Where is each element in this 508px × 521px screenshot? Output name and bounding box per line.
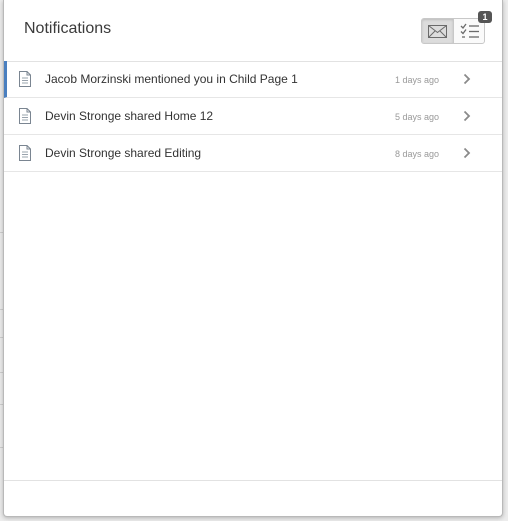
notifications-view-button[interactable] xyxy=(422,19,454,43)
document-icon xyxy=(19,71,31,87)
document-icon xyxy=(19,108,31,124)
notification-item[interactable]: Devin Stronge shared Home 12 5 days ago xyxy=(4,98,502,135)
chevron-right-icon[interactable] xyxy=(463,73,471,85)
checklist-icon xyxy=(460,23,479,38)
tasks-count-badge: 1 xyxy=(478,11,492,23)
notification-text: Jacob Morzinski mentioned you in Child P… xyxy=(45,72,298,86)
notification-time: 8 days ago xyxy=(394,149,439,159)
notifications-panel: Notifications 1 Jacob Morzinski mentione… xyxy=(3,0,503,517)
notification-text: Devin Stronge shared Home 12 xyxy=(45,109,214,123)
notification-list: Jacob Morzinski mentioned you in Child P… xyxy=(4,61,502,172)
panel-header: Notifications 1 xyxy=(4,0,502,62)
document-icon xyxy=(19,145,31,161)
notification-text: Devin Stronge shared Editing xyxy=(45,146,202,160)
notification-item[interactable]: Jacob Morzinski mentioned you in Child P… xyxy=(4,61,502,98)
notification-time: 5 days ago xyxy=(394,112,439,122)
panel-footer xyxy=(4,480,502,517)
envelope-icon xyxy=(428,24,447,38)
view-toggle xyxy=(421,18,485,44)
notification-item[interactable]: Devin Stronge shared Editing 8 days ago xyxy=(4,135,502,172)
chevron-right-icon[interactable] xyxy=(463,110,471,122)
panel-title: Notifications xyxy=(24,20,112,37)
notification-time: 1 days ago xyxy=(394,75,439,85)
chevron-right-icon[interactable] xyxy=(463,147,471,159)
